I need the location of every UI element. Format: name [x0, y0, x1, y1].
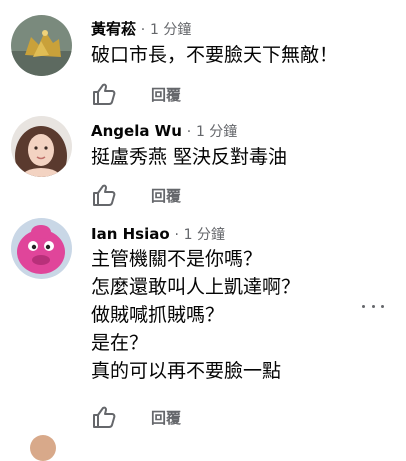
- author-name[interactable]: Angela Wu: [91, 122, 182, 140]
- author-name[interactable]: 黃宥菘: [91, 20, 136, 38]
- comment-text: 主管機關不是你嗎？ 怎麼還敢叫人上凱達啊？ 做賊喊抓賊嗎？ 是在？ 真的可以再不…: [91, 245, 300, 385]
- thumbs-up-icon[interactable]: [91, 405, 117, 429]
- more-options-button[interactable]: [360, 297, 386, 315]
- comment-text: 挺盧秀燕 堅決反對毒油: [91, 143, 287, 171]
- timestamp[interactable]: 1 分鐘: [196, 124, 237, 140]
- comment-actions: 回覆: [91, 405, 181, 429]
- comment-line: 是在？: [91, 332, 149, 354]
- comment-line: 真的可以再不要臉一點: [91, 360, 282, 382]
- thumbs-up-icon[interactable]: [91, 82, 117, 106]
- reply-button[interactable]: 回覆: [151, 84, 181, 105]
- avatar-image: [11, 116, 72, 177]
- thumbs-up-icon[interactable]: [91, 183, 117, 207]
- separator: ·: [186, 124, 192, 140]
- reply-button[interactable]: 回覆: [151, 185, 181, 206]
- avatar[interactable]: [11, 116, 72, 177]
- more-dot-icon: [381, 304, 384, 308]
- comment-text: 破口市長，不要臉天下無敵！: [91, 41, 338, 69]
- more-dot-icon: [362, 304, 365, 308]
- timestamp[interactable]: 1 分鐘: [150, 22, 191, 38]
- avatar[interactable]: [11, 218, 72, 279]
- reply-button[interactable]: 回覆: [151, 407, 181, 428]
- comment-header: Ian Hsiao · 1 分鐘: [91, 225, 225, 244]
- more-dot-icon: [371, 304, 375, 308]
- avatar-image: [11, 15, 72, 76]
- avatar[interactable]: [11, 15, 72, 76]
- comment-header: Angela Wu · 1 分鐘: [91, 122, 237, 141]
- comment-line: 主管機關不是你嗎？: [91, 248, 263, 270]
- separator: ·: [140, 22, 146, 38]
- comment-line: 怎麼還敢叫人上凱達啊？: [91, 276, 301, 298]
- comment-line: 做賊喊抓賊嗎？: [91, 304, 225, 326]
- comment-header: 黃宥菘 · 1 分鐘: [91, 20, 191, 39]
- comment-line: 破口市長，不要臉天下無敵！: [91, 44, 339, 66]
- next-comment-avatar[interactable]: [30, 435, 56, 461]
- comment-line: 挺盧秀燕 堅決反對毒油: [91, 146, 288, 168]
- author-name[interactable]: Ian Hsiao: [91, 225, 170, 243]
- comment-actions: 回覆: [91, 82, 181, 106]
- timestamp[interactable]: 1 分鐘: [184, 227, 225, 243]
- separator: ·: [174, 227, 179, 243]
- comment-actions: 回覆: [91, 183, 181, 207]
- avatar-image: [11, 218, 72, 279]
